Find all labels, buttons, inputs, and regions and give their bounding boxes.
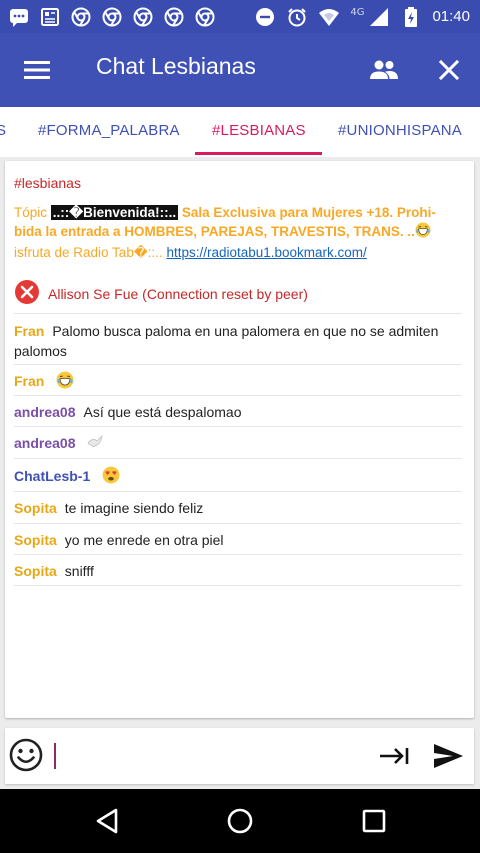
- divider: [14, 313, 462, 314]
- message-nick[interactable]: Fran: [14, 323, 44, 339]
- divider: [14, 585, 462, 586]
- divider: [14, 458, 462, 459]
- system-status: 4G 01:40: [254, 0, 470, 33]
- chat-message: Sopita yo me enrede en otra piel: [14, 530, 462, 550]
- tab-partial[interactable]: S: [0, 107, 6, 157]
- message-text: Así que está despalomao: [83, 404, 242, 420]
- chat-message: Sopita snifff: [14, 561, 462, 581]
- error-icon: [14, 279, 40, 309]
- divider: [14, 395, 462, 396]
- message-nick[interactable]: Sopita: [14, 532, 57, 548]
- home-circle-icon: [227, 808, 253, 834]
- chat-panel[interactable]: #lesbianas Tópic ..::�Bienvenida!::.. Sa…: [5, 161, 474, 718]
- message-nick[interactable]: andrea08: [14, 404, 75, 420]
- chat-message: andrea08 Así que está despalomao: [14, 402, 462, 422]
- home-button[interactable]: [226, 807, 254, 835]
- app-bar: Chat Lesbianas: [0, 33, 480, 107]
- message-nick[interactable]: Sopita: [14, 563, 57, 579]
- smiley-icon: [9, 738, 43, 772]
- topic-highlight: ..::�Bienvenida!::..: [50, 205, 179, 220]
- alarm-icon: [286, 6, 308, 28]
- divider: [14, 523, 462, 524]
- laughing-emoji-icon: [415, 222, 431, 243]
- battery-icon: [400, 6, 422, 28]
- tab-unionhispana[interactable]: #UNIONHISPANA: [338, 107, 462, 157]
- send-icon: [434, 744, 463, 768]
- message-nick[interactable]: Fran: [14, 373, 44, 389]
- chat-bubble-icon: [8, 6, 30, 28]
- chat-message: Fran: [14, 371, 462, 394]
- tab-lesbianas[interactable]: #LESBIANAS: [212, 107, 306, 157]
- send-button[interactable]: [432, 742, 464, 770]
- divider: [14, 554, 462, 555]
- tab-indicator: [195, 152, 322, 155]
- message-nick[interactable]: Sopita: [14, 500, 57, 516]
- message-input[interactable]: [51, 738, 355, 776]
- text-caret: [54, 743, 56, 769]
- recents-button[interactable]: [362, 809, 386, 833]
- message-composer: [5, 728, 474, 784]
- users-button[interactable]: [368, 55, 400, 85]
- divider: [14, 364, 462, 365]
- message-text: Palomo busca paloma en una palomera en q…: [14, 323, 439, 359]
- news-icon: [39, 6, 61, 28]
- signal-icon: [368, 6, 390, 28]
- message-text: snifff: [64, 563, 94, 579]
- chrome-icon: [132, 6, 154, 28]
- channel-tabs: S #FORMA_PALABRA #LESBIANAS #UNIONHISPAN…: [0, 107, 480, 157]
- chat-message: Sopita te imagine siendo feliz: [14, 498, 462, 518]
- tab-forma-palabra[interactable]: #FORMA_PALABRA: [38, 107, 180, 157]
- close-button[interactable]: [434, 55, 464, 85]
- system-message: Allison Se Fue (Connection reset by peer…: [48, 286, 308, 302]
- tab-key-icon: [380, 748, 409, 764]
- nick-complete-button[interactable]: [378, 742, 410, 770]
- page-title: Chat Lesbianas: [96, 53, 256, 79]
- system-message-row: Allison Se Fue (Connection reset by peer…: [14, 279, 308, 309]
- chat-message: Fran Palomo busca paloma en una palomera …: [14, 321, 462, 361]
- chat-message: ChatLesb-1: [14, 466, 462, 489]
- people-icon: [370, 60, 398, 79]
- dove-icon: [87, 434, 105, 454]
- navigation-bar: [0, 789, 480, 853]
- wifi-icon: [318, 6, 340, 28]
- topic-link[interactable]: https://radiotabu1.bookmark.com/: [166, 245, 366, 260]
- message-nick[interactable]: ChatLesb-1: [14, 468, 90, 484]
- emoji-button[interactable]: [9, 738, 43, 772]
- divider: [14, 426, 462, 427]
- chrome-icon: [194, 6, 216, 28]
- message-text: yo me enrede en otra piel: [64, 532, 224, 548]
- topic-prefix: Tópic: [14, 205, 51, 220]
- clock: 01:40: [432, 8, 470, 25]
- chat-message: andrea08: [14, 433, 462, 454]
- chrome-icon: [101, 6, 123, 28]
- chrome-icon: [70, 6, 92, 28]
- hamburger-icon: [24, 61, 50, 79]
- channel-name: #lesbianas: [14, 175, 81, 191]
- close-icon: [438, 59, 460, 81]
- laughing-emoji-icon: [56, 371, 74, 394]
- notification-icons: [0, 6, 216, 28]
- do-not-disturb-icon: [254, 6, 276, 28]
- message-nick[interactable]: andrea08: [14, 435, 75, 451]
- network-type: 4G: [350, 7, 365, 18]
- recents-square-icon: [362, 809, 386, 833]
- divider: [14, 491, 462, 492]
- back-button[interactable]: [94, 807, 120, 835]
- status-bar: 4G 01:40: [0, 0, 480, 33]
- topic-suffix: isfruta de Radio Tab�::..: [14, 245, 167, 260]
- menu-button[interactable]: [22, 55, 52, 85]
- back-triangle-icon: [96, 808, 118, 834]
- heart-eyes-emoji-icon: [102, 466, 120, 489]
- chrome-icon: [163, 6, 185, 28]
- message-text: te imagine siendo feliz: [64, 500, 204, 516]
- channel-topic: Tópic ..::�Bienvenida!::.. Sala Exclusiv…: [14, 203, 460, 262]
